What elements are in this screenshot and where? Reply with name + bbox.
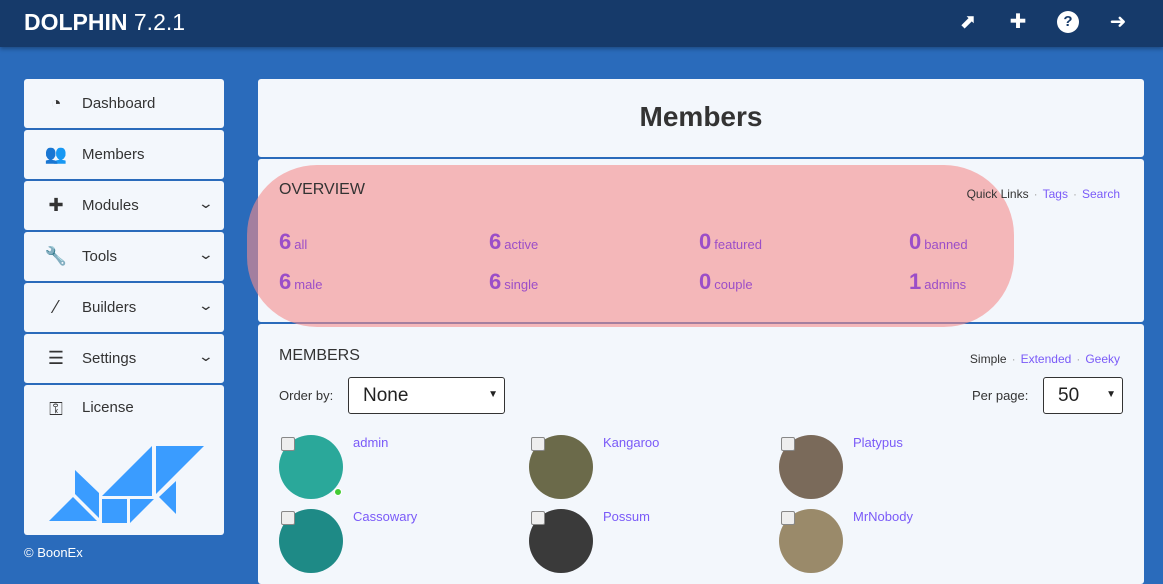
page-header: Members [258, 79, 1144, 157]
member-card[interactable]: Kangaroo [529, 435, 769, 505]
select-checkbox[interactable] [281, 511, 295, 525]
sidebar-item-license[interactable]: ⚿ License [24, 385, 224, 535]
chevron-down-icon: ⌄ [197, 297, 215, 313]
select-checkbox[interactable] [531, 511, 545, 525]
stat-all[interactable]: 6 all [279, 229, 307, 255]
sidebar-item-tools[interactable]: 🔧 Tools ⌄ [24, 232, 224, 281]
select-checkbox[interactable] [781, 511, 795, 525]
view-simple[interactable]: Simple [970, 352, 1007, 366]
members-panel: MEMBERS Simple · Extended · Geeky Order by: … [258, 324, 1144, 584]
stat-active[interactable]: 6 active [489, 229, 538, 255]
member-card[interactable]: Cassowary [279, 509, 519, 579]
magic-wand-icon: ⁄ [54, 297, 58, 317]
page-title: Members [639, 101, 763, 132]
member-name[interactable]: Kangaroo [603, 435, 659, 450]
sidebar: ◔ Dashboard 👥 Members ✚ Modules ⌄ 🔧 Tools ⌄ ⁄ B… [24, 79, 224, 537]
member-card[interactable]: MrNobody [779, 509, 1019, 579]
stat-couple[interactable]: 0 couple [699, 269, 753, 295]
select-checkbox[interactable] [781, 437, 795, 451]
per-page-select[interactable]: 50 ▼ [1043, 377, 1123, 414]
view-geeky[interactable]: Geeky [1085, 352, 1120, 366]
order-by-label: Order by: [279, 388, 334, 403]
member-card[interactable]: admin [279, 435, 519, 505]
order-by-select[interactable]: None ▼ [348, 377, 505, 414]
member-name[interactable]: Possum [603, 509, 650, 524]
sidebar-item-builders[interactable]: ⁄ Builders ⌄ [24, 283, 224, 332]
brand[interactable]: DOLPHIN 7.2.1 [24, 9, 185, 36]
dropdown-arrow-icon: ▼ [488, 389, 498, 400]
sidebar-item-dashboard[interactable]: ◔ Dashboard [24, 79, 224, 128]
chevron-down-icon: ⌄ [197, 348, 215, 364]
chevron-down-icon: ⌄ [197, 246, 215, 262]
member-name[interactable]: MrNobody [853, 509, 913, 524]
overview-panel: OVERVIEW Quick Links · Tags · Search 6 all 6a… [258, 159, 1144, 322]
select-checkbox[interactable] [281, 437, 295, 451]
stat-admins[interactable]: 1 admins [909, 269, 966, 295]
dashboard-icon: ◔ [50, 93, 62, 113]
dropdown-arrow-icon: ▼ [1106, 389, 1116, 400]
search-link[interactable]: Search [1082, 187, 1120, 201]
overview-title: OVERVIEW [279, 181, 365, 198]
help-icon[interactable]: ? [1057, 11, 1079, 33]
stat-banned[interactable]: 0 banned [909, 229, 968, 255]
tags-link[interactable]: Tags [1043, 187, 1068, 201]
copyright: © BoonEx [24, 545, 83, 560]
member-name[interactable]: admin [353, 435, 388, 450]
quick-links: Quick Links · Tags · Search [966, 187, 1120, 201]
member-name[interactable]: Platypus [853, 435, 903, 450]
members-title: MEMBERS [279, 347, 360, 364]
select-checkbox[interactable] [531, 437, 545, 451]
per-page-label: Per page: [972, 388, 1029, 403]
sliders-icon: ☰ [47, 348, 65, 368]
sidebar-item-modules[interactable]: ✚ Modules ⌄ [24, 181, 224, 230]
view-switcher: Simple · Extended · Geeky [969, 352, 1120, 366]
stat-male[interactable]: 6 male [279, 269, 322, 295]
external-link-icon[interactable]: ⬈ [957, 11, 979, 33]
member-card[interactable]: Possum [529, 509, 769, 579]
stat-single[interactable]: 6 single [489, 269, 538, 295]
sidebar-item-settings[interactable]: ☰ Settings ⌄ [24, 334, 224, 383]
logout-icon[interactable]: ➜ [1107, 11, 1129, 33]
member-card[interactable]: Platypus [779, 435, 1019, 505]
stat-featured[interactable]: 0 featured [699, 229, 762, 255]
sidebar-item-members[interactable]: 👥 Members [24, 130, 224, 179]
puzzle-icon: ✚ [48, 195, 64, 215]
online-indicator [334, 488, 342, 496]
dolphin-logo [49, 446, 204, 523]
users-icon: 👥 [44, 144, 68, 164]
member-name[interactable]: Cassowary [353, 509, 417, 524]
chevron-down-icon: ⌄ [197, 195, 215, 211]
wrench-icon: 🔧 [44, 246, 68, 266]
view-extended[interactable]: Extended [1021, 352, 1072, 366]
puzzle-icon[interactable]: ✚ [1007, 11, 1029, 33]
top-bar: DOLPHIN 7.2.1 ⬈ ✚ ? ➜ [0, 0, 1163, 47]
